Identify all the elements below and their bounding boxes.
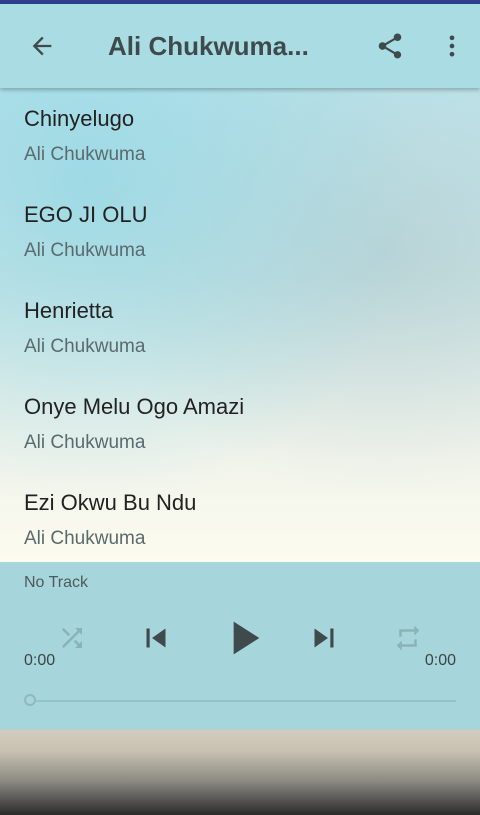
now-playing-label: No Track: [24, 574, 89, 591]
player-panel: No Track 0:00 0:00: [0, 562, 480, 730]
app-bar: Ali Chukwuma...: [0, 4, 480, 88]
track-item[interactable]: Henrietta Ali Chukwuma: [0, 280, 480, 376]
next-button[interactable]: [300, 614, 348, 662]
track-title: Onye Melu Ogo Amazi: [24, 394, 245, 419]
track-item[interactable]: EGO JI OLU Ali Chukwuma: [0, 184, 480, 280]
skip-previous-icon: [146, 628, 166, 648]
page-title: Ali Chukwuma...: [108, 30, 309, 61]
track-artist: Ali Chukwuma: [24, 432, 146, 453]
back-button[interactable]: [18, 22, 66, 70]
track-artist: Ali Chukwuma: [24, 144, 146, 165]
repeat-icon: [396, 625, 420, 651]
more-vert-icon: [449, 35, 455, 57]
track-artist: Ali Chukwuma: [24, 240, 146, 261]
shuffle-button[interactable]: [50, 616, 94, 660]
more-options-button[interactable]: [428, 22, 476, 70]
track-title: Henrietta: [24, 298, 114, 323]
track-item[interactable]: Ezi Okwu Bu Ndu Ali Chukwuma: [0, 472, 480, 568]
elapsed-time: 0:00: [24, 652, 56, 669]
track-title: Ezi Okwu Bu Ndu: [24, 490, 197, 515]
skip-next-icon: [314, 628, 334, 648]
repeat-button[interactable]: [386, 616, 430, 660]
seek-thumb[interactable]: [24, 694, 36, 706]
play-icon: [233, 621, 260, 655]
track-title: EGO JI OLU: [24, 202, 148, 227]
previous-button[interactable]: [132, 614, 180, 662]
play-button[interactable]: [212, 608, 274, 668]
track-item[interactable]: Onye Melu Ogo Amazi Ali Chukwuma: [0, 376, 480, 472]
track-title: Chinyelugo: [24, 106, 135, 131]
track-item[interactable]: Chinyelugo Ali Chukwuma: [0, 88, 480, 184]
shuffle-icon: [62, 628, 82, 648]
arrow-back-icon: [32, 36, 52, 56]
total-duration: 0:00: [424, 652, 456, 669]
share-icon: [378, 33, 402, 59]
background-image-strip: [0, 730, 480, 815]
share-button[interactable]: [366, 22, 414, 70]
track-artist: Ali Chukwuma: [24, 336, 146, 357]
seek-bar[interactable]: [24, 700, 456, 702]
track-list: Chinyelugo Ali Chukwuma EGO JI OLU Ali C…: [0, 88, 480, 562]
track-artist: Ali Chukwuma: [24, 528, 146, 549]
